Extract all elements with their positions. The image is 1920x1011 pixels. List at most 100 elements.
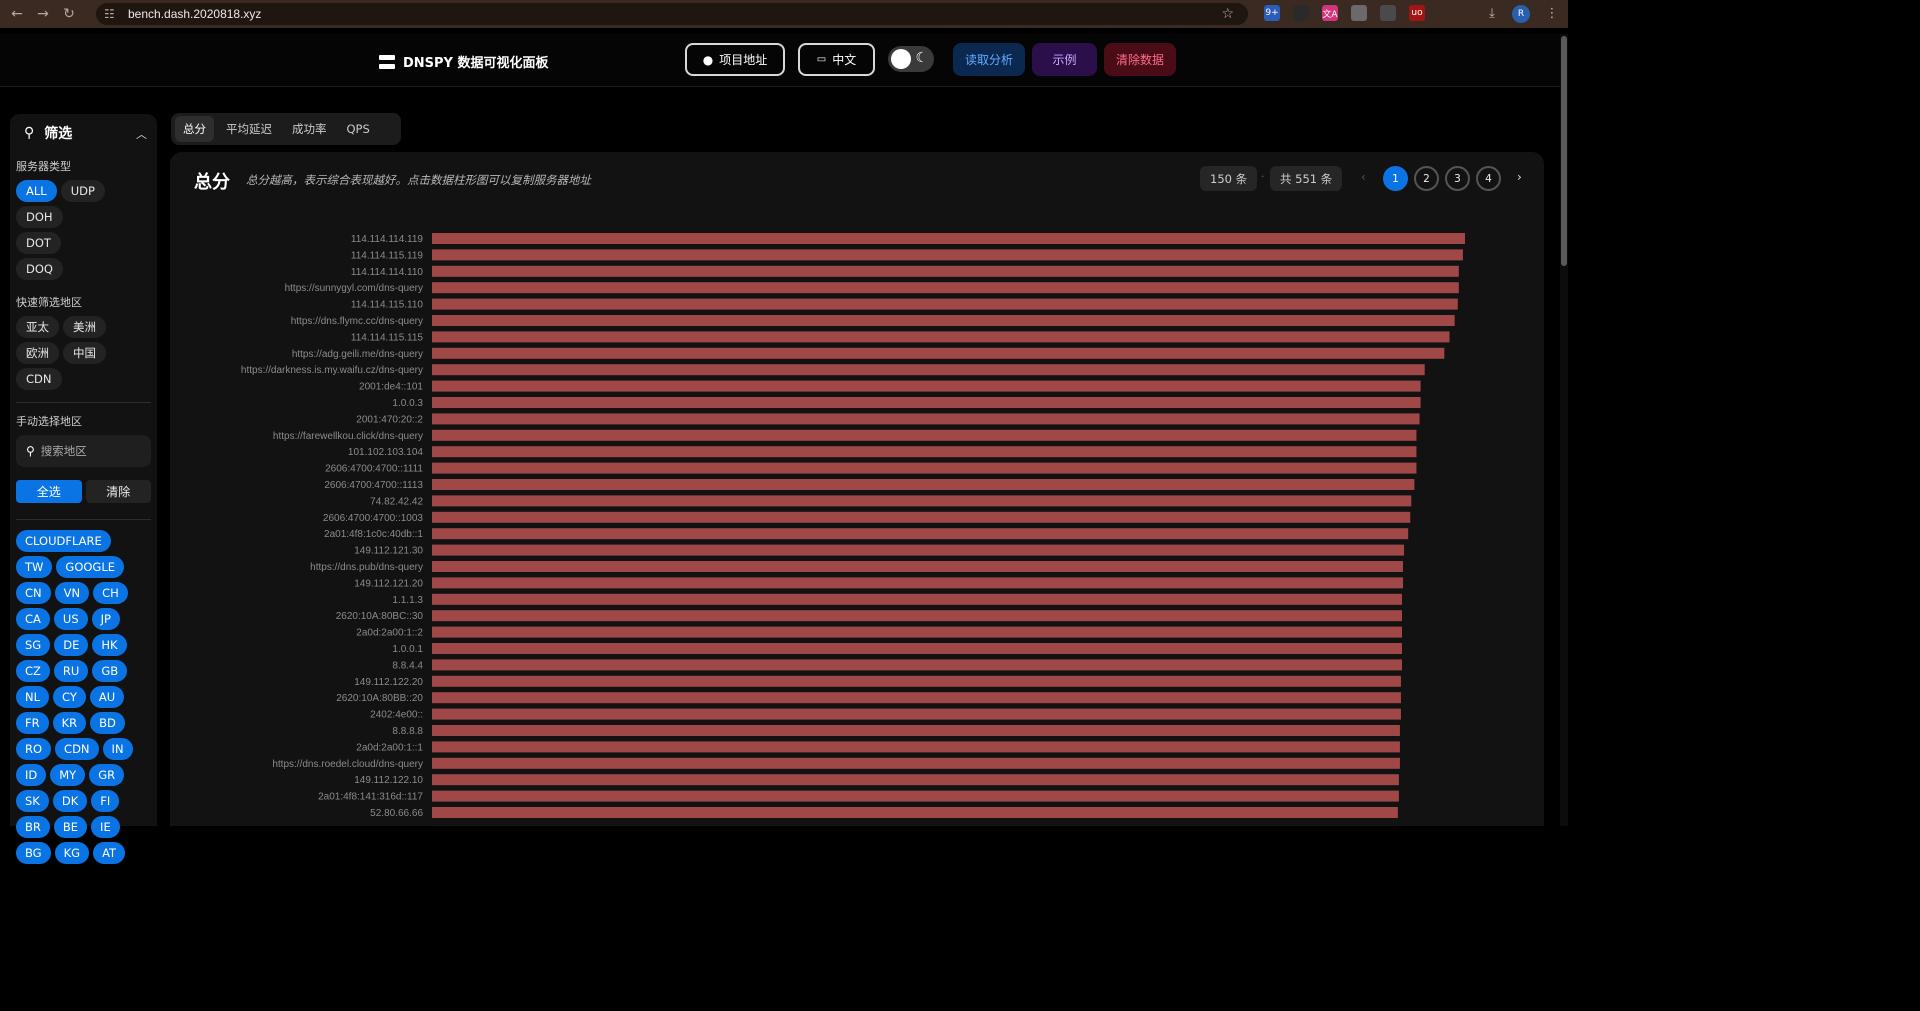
score-bar[interactable]	[432, 741, 1400, 753]
score-bar[interactable]	[432, 757, 1400, 769]
score-bar[interactable]	[432, 774, 1399, 786]
score-bar[interactable]	[432, 364, 1425, 376]
score-bar[interactable]	[432, 807, 1398, 818]
server-type-chip[interactable]: ALL	[16, 180, 57, 202]
region-chip[interactable]: HK	[92, 634, 127, 656]
chevron-up-icon[interactable]: ︿	[136, 126, 147, 142]
score-bar[interactable]	[432, 725, 1400, 736]
region-chip[interactable]: TW	[16, 556, 53, 578]
score-bar[interactable]	[432, 708, 1401, 720]
tab-1[interactable]: 平均延迟	[218, 116, 280, 142]
score-bar[interactable]	[432, 577, 1404, 589]
score-bar[interactable]	[432, 397, 1421, 408]
score-bar[interactable]	[432, 479, 1415, 490]
region-chip[interactable]: CZ	[16, 660, 50, 682]
region-chip[interactable]: VN	[54, 582, 90, 604]
select-all-button[interactable]: 全选	[16, 480, 82, 503]
region-chip[interactable]: GR	[89, 764, 125, 786]
score-bar[interactable]	[432, 561, 1404, 572]
server-type-chip[interactable]: DOQ	[16, 258, 63, 280]
region-chip[interactable]: BD	[90, 712, 125, 734]
region-chip[interactable]: DK	[52, 790, 88, 812]
region-chip[interactable]: NL	[16, 686, 50, 708]
menu-kebab-icon[interactable]: ⋮	[1544, 5, 1560, 21]
region-chip[interactable]: KR	[52, 712, 87, 734]
quick-region-chip[interactable]: 中国	[63, 342, 106, 364]
region-chip[interactable]: FI	[91, 790, 120, 812]
score-bar[interactable]	[432, 315, 1455, 326]
profile-avatar[interactable]: R	[1512, 5, 1530, 23]
score-bar[interactable]	[432, 380, 1421, 392]
filter-header[interactable]: ⚲ 筛选 ︿	[16, 114, 151, 152]
region-chip[interactable]: SK	[16, 790, 49, 812]
region-chip[interactable]: CN	[16, 582, 51, 604]
address-bar[interactable]: ☷ bench.dash.2020818.xyz ☆	[96, 3, 1248, 25]
region-chip[interactable]: CH	[93, 582, 128, 604]
server-type-chip[interactable]: DOH	[16, 206, 63, 228]
region-chip[interactable]: DE	[54, 634, 89, 656]
region-chip[interactable]: BR	[16, 816, 50, 838]
region-chip[interactable]: IE	[91, 816, 120, 838]
score-bar[interactable]	[432, 233, 1465, 244]
translate-alt-ext-icon[interactable]: 文A	[1322, 5, 1338, 21]
region-chip[interactable]: CLOUDFLARE	[16, 530, 111, 552]
region-search-input[interactable]: ⚲ 搜索地区	[16, 435, 151, 467]
ghost-ext-icon[interactable]	[1293, 5, 1309, 21]
region-chip[interactable]: FR	[16, 712, 49, 734]
score-bar[interactable]	[432, 692, 1401, 704]
region-chip[interactable]: RU	[53, 660, 89, 682]
score-bar[interactable]	[432, 593, 1402, 605]
theme-toggle[interactable]: ☾	[888, 46, 934, 72]
repo-button[interactable]: ● 项目地址	[685, 43, 785, 76]
region-chip[interactable]: AT	[93, 842, 126, 864]
score-bar[interactable]	[432, 429, 1417, 441]
region-chip[interactable]: CA	[16, 608, 50, 630]
quick-region-chip[interactable]: 欧洲	[16, 342, 59, 364]
scrollbar-thumb[interactable]	[1561, 36, 1567, 266]
score-bar[interactable]	[432, 298, 1458, 310]
region-chip[interactable]: BE	[53, 816, 88, 838]
language-button[interactable]: ▭ 中文	[798, 43, 875, 76]
region-chip[interactable]: JP	[91, 608, 120, 630]
score-bar[interactable]	[432, 495, 1412, 507]
score-bar[interactable]	[432, 790, 1399, 802]
score-bar[interactable]	[432, 413, 1420, 425]
puzzle-ext-icon[interactable]	[1438, 5, 1454, 21]
score-bar[interactable]	[432, 265, 1459, 277]
spy-ext-icon[interactable]	[1380, 5, 1396, 21]
bookmark-star-icon[interactable]: ☆	[1221, 6, 1234, 22]
clear-regions-button[interactable]: 清除	[85, 480, 151, 503]
server-type-chip[interactable]: UDP	[60, 180, 105, 202]
score-bar[interactable]	[432, 446, 1417, 458]
region-chip[interactable]: CY	[53, 686, 86, 708]
score-bar[interactable]	[432, 659, 1402, 671]
region-chip[interactable]: ID	[16, 764, 47, 786]
score-bar[interactable]	[432, 331, 1450, 343]
region-chip[interactable]: GB	[92, 660, 128, 682]
region-chip[interactable]: SG	[16, 634, 51, 656]
page-scrollbar[interactable]	[1560, 34, 1568, 826]
back-arrow-icon[interactable]: ←	[6, 3, 28, 25]
reload-icon[interactable]: ↻	[58, 3, 80, 25]
ublock-ext-icon[interactable]: uo	[1409, 5, 1425, 21]
tab-0[interactable]: 总分	[175, 116, 214, 142]
region-chip[interactable]: CDN	[55, 738, 99, 760]
example-button[interactable]: 示例	[1032, 43, 1097, 76]
region-chip[interactable]: MY	[50, 764, 86, 786]
score-bar[interactable]	[432, 462, 1417, 474]
region-chip[interactable]: AU	[89, 686, 125, 708]
region-chip[interactable]: RO	[16, 738, 52, 760]
translate-ext-icon[interactable]: 9+	[1264, 5, 1280, 21]
quick-region-chip[interactable]: 美洲	[63, 316, 106, 338]
score-bar[interactable]	[432, 610, 1402, 622]
quick-region-chip[interactable]: CDN	[16, 368, 62, 390]
tab-2[interactable]: 成功率	[284, 116, 335, 142]
gear-ext-icon[interactable]	[1351, 5, 1367, 21]
score-bar[interactable]	[432, 643, 1402, 654]
region-chip[interactable]: IN	[102, 738, 133, 760]
score-bar[interactable]	[432, 282, 1459, 294]
score-bar[interactable]	[432, 675, 1401, 687]
read-analysis-button[interactable]: 读取分析	[953, 43, 1025, 76]
tab-3[interactable]: QPS	[339, 116, 378, 142]
server-type-chip[interactable]: DOT	[16, 232, 61, 254]
